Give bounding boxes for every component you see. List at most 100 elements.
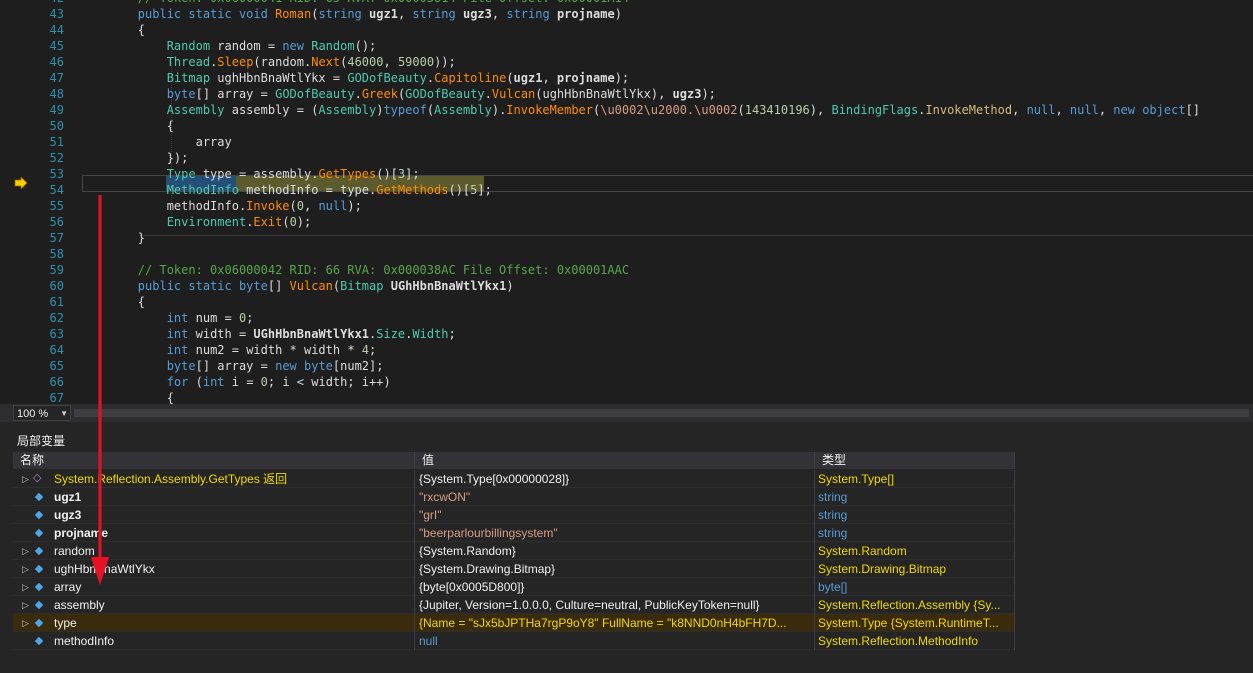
line-number: 53 (49, 167, 64, 181)
locals-row[interactable]: ▷ random {System.Random} System.Random (13, 542, 1015, 560)
cell-name: ▷ughHbnBnaWtlYkx (13, 560, 415, 578)
cell-name: ugz3 (13, 506, 415, 524)
cell-type: System.Drawing.Bitmap (815, 560, 1015, 578)
locals-row[interactable]: ugz1 "rxcwON" string (13, 488, 1015, 506)
variable-type: System.Drawing.Bitmap (818, 562, 947, 576)
variable-value: "rxcwON" (419, 490, 471, 504)
locals-row[interactable]: ▷ type {Name = "sJx5bJPTHa7rgP9oY8" FullNa… (13, 614, 1015, 632)
variable-value: {byte[0x0005D800]} (419, 580, 525, 594)
code-line[interactable]: { (80, 118, 174, 134)
line-number: 63 (49, 327, 64, 341)
zoom-label: 100 % (17, 408, 49, 420)
local-variable-icon (34, 564, 44, 574)
variable-type: string (818, 490, 848, 504)
zoom-select[interactable]: 100 % ▼ (13, 405, 71, 421)
cell-type: System.Reflection.MethodInfo (815, 632, 1015, 650)
column-header-type[interactable]: 类型 (815, 452, 1015, 469)
variable-type: System.Reflection.Assembly {Sy... (818, 598, 1001, 612)
expand-arrow-icon[interactable]: ▷ (22, 578, 29, 596)
locals-row[interactable]: ▷ array {byte[0x0005D800]} byte[] (13, 578, 1015, 596)
method-separator (140, 235, 1253, 236)
line-number: 51 (49, 135, 64, 149)
code-line[interactable]: Bitmap ughHbnBnaWtlYkx = GODofBeauty.Cap… (80, 70, 629, 86)
expand-arrow-icon[interactable]: ▷ (22, 614, 29, 632)
cell-value[interactable]: {System.Random} (415, 542, 815, 560)
local-variable-icon (34, 546, 44, 556)
local-variable-icon (34, 600, 44, 610)
variable-name: methodInfo (54, 634, 115, 648)
line-number: 46 (49, 55, 64, 69)
cell-value[interactable]: null (415, 632, 815, 650)
local-variable-icon (34, 528, 44, 538)
column-header-value[interactable]: 值 (415, 452, 815, 469)
line-number: 44 (49, 23, 64, 37)
code-line[interactable]: int num2 = width * width * 4; (80, 342, 377, 358)
locals-row[interactable]: methodInfo null System.Reflection.MethodIn… (13, 632, 1015, 650)
code-line[interactable]: MethodInfo methodInfo = type.GetMethods(… (80, 182, 492, 198)
line-number: 43 (49, 7, 64, 21)
variable-value: "beerparlourbillingsystem" (419, 526, 558, 540)
line-number: 50 (49, 119, 64, 133)
cell-value[interactable]: "beerparlourbillingsystem" (415, 524, 815, 542)
code-editor[interactable]: 42 // Token: 0x06000041 RID: 65 RVA: 0x0… (0, 0, 1253, 404)
code-line[interactable]: array (80, 134, 232, 150)
code-line[interactable]: for (int i = 0; i < width; i++) (80, 374, 391, 390)
expand-arrow-icon[interactable]: ▷ (22, 542, 29, 560)
code-line[interactable]: Type type = assembly.GetTypes()[3]; (80, 166, 420, 182)
variable-name: array (54, 580, 82, 594)
locals-row[interactable]: ▷ assembly {Jupiter, Version=1.0.0.0, Cult… (13, 596, 1015, 614)
line-number: 59 (49, 263, 64, 277)
cell-value[interactable]: {System.Drawing.Bitmap} (415, 560, 815, 578)
cell-type: System.Reflection.Assembly {Sy... (815, 596, 1015, 614)
cell-name: ▷ array (13, 578, 415, 596)
line-number: 67 (49, 391, 64, 404)
local-variable-icon (34, 636, 44, 646)
cell-value[interactable]: "rxcwON" (415, 488, 815, 506)
variable-name: ugz1 (54, 490, 82, 504)
line-number: 52 (49, 151, 64, 165)
code-line[interactable]: Environment.Exit(0); (80, 214, 312, 230)
code-line[interactable]: // Token: 0x06000042 RID: 66 RVA: 0x0000… (80, 262, 629, 278)
variable-name: System.Reflection.Assembly.GetTypes 返回 (54, 472, 288, 486)
line-number: 58 (49, 247, 64, 261)
code-line[interactable]: byte[] array = GODofBeauty.Greek(GODofBe… (80, 86, 716, 102)
column-header-name[interactable]: 名称 (13, 452, 415, 469)
code-line[interactable]: public static byte[] Vulcan(Bitmap UGhHb… (80, 278, 514, 294)
code-line[interactable]: { (80, 22, 145, 38)
variable-type: System.Random (818, 544, 907, 558)
cell-value[interactable]: {byte[0x0005D800]} (415, 578, 815, 596)
cell-value[interactable]: "grI" (415, 506, 815, 524)
line-number: 45 (49, 39, 64, 53)
variable-type: System.Reflection.MethodInfo (818, 634, 979, 648)
cell-value[interactable]: {Jupiter, Version=1.0.0.0, Culture=neutr… (415, 596, 815, 614)
locals-row[interactable]: ▷ ◇ System.Reflection.Assembly.GetTypes 返回… (13, 470, 1015, 488)
variable-name: assembly (54, 598, 105, 612)
horizontal-scrollbar[interactable] (74, 409, 1249, 417)
code-line[interactable]: methodInfo.Invoke(0, null); (80, 198, 362, 214)
cell-value[interactable]: {Name = "sJx5bJPTHa7rgP9oY8" FullName = … (415, 614, 815, 632)
locals-title: 局部变量 (17, 434, 66, 448)
cell-type: string (815, 488, 1015, 506)
code-line[interactable]: Random random = new Random(); (80, 38, 377, 54)
cell-name: projname (13, 524, 415, 542)
locals-row[interactable]: projname "beerparlourbillingsystem" string (13, 524, 1015, 542)
locals-row[interactable]: ugz3 "grI" string (13, 506, 1015, 524)
locals-row[interactable]: ▷ughHbnBnaWtlYkx {System.Drawing.Bitmap} S… (13, 560, 1015, 578)
variable-value: {Jupiter, Version=1.0.0.0, Culture=neutr… (419, 598, 760, 612)
line-number: 47 (49, 71, 64, 85)
line-number: 55 (49, 199, 64, 213)
code-line[interactable]: Assembly assembly = (Assembly)typeof(Ass… (80, 102, 1200, 118)
variable-type: System.Type[] (818, 472, 895, 486)
code-line[interactable]: int width = UGhHbnBnaWtlYkx1.Size.Width; (80, 326, 456, 342)
chevron-down-icon[interactable]: ▼ (60, 406, 68, 422)
expand-arrow-icon[interactable]: ▷ (22, 470, 29, 488)
expand-arrow-icon[interactable]: ▷ (22, 560, 29, 578)
code-line[interactable]: Thread.Sleep(random.Next(46000, 59000)); (80, 54, 456, 70)
cell-value[interactable]: {System.Type[0x00000028]} (415, 470, 815, 488)
code-line[interactable]: byte[] array = new byte[num2]; (80, 358, 384, 374)
local-variable-icon (34, 582, 44, 592)
code-line[interactable]: }); (80, 150, 189, 166)
code-line[interactable]: public static void Roman(string ugz1, st… (80, 6, 622, 22)
local-variable-icon (34, 510, 44, 520)
expand-arrow-icon[interactable]: ▷ (22, 596, 29, 614)
